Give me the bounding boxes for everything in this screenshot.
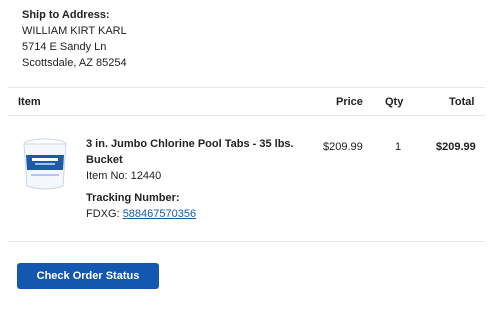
tracking-number-link[interactable]: 588467570356 (123, 208, 196, 220)
ship-to-name: WILLIAM KIRT KARL (22, 25, 127, 37)
item-name[interactable]: 3 in. Jumbo Chlorine Pool Tabs - 35 lbs.… (86, 136, 306, 168)
column-header-qty: Qty (385, 96, 404, 108)
check-order-status-button[interactable]: Check Order Status (17, 263, 159, 289)
item-details: 3 in. Jumbo Chlorine Pool Tabs - 35 lbs.… (86, 136, 306, 222)
divider (8, 241, 485, 242)
ship-to-label: Ship to Address: (22, 9, 110, 21)
column-header-total: Total (449, 96, 475, 108)
divider (8, 87, 485, 88)
product-image[interactable] (19, 136, 71, 192)
item-price: $209.99 (323, 141, 363, 153)
pool-tabs-bucket-image (23, 138, 67, 190)
item-qty: 1 (395, 141, 402, 153)
ship-to-city: Scottsdale, AZ 85254 (22, 57, 127, 69)
item-number: Item No: 12440 (86, 170, 162, 182)
column-header-price: Price (336, 96, 363, 108)
divider (8, 115, 485, 116)
shipping-address: Ship to Address: WILLIAM KIRT KARL 5714 … (22, 7, 127, 71)
carrier-code: FDXG: (86, 208, 120, 220)
tracking-line: FDXG: 588467570356 (86, 206, 306, 222)
ship-to-street: 5714 E Sandy Ln (22, 41, 107, 53)
tracking-label: Tracking Number: (86, 192, 180, 204)
column-header-item: Item (18, 96, 41, 108)
item-total: $209.99 (436, 141, 476, 153)
